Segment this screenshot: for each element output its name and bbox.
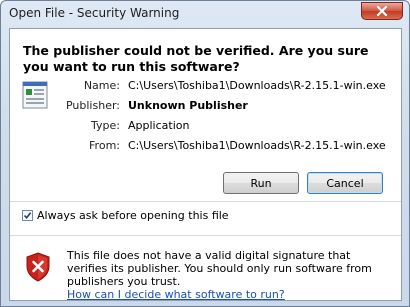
run-button[interactable]: Run [223, 172, 299, 194]
detail-label: Publisher: [65, 99, 120, 112]
security-warning-dialog: Open File - Security Warning The publish… [0, 0, 410, 307]
detail-value: C:\Users\Toshiba1\Downloads\R-2.15.1-win… [128, 139, 386, 152]
help-link[interactable]: How can I decide what software to run? [67, 288, 285, 301]
detail-value: Application [128, 119, 190, 132]
warning-heading: The publisher could not be verified. Are… [23, 43, 369, 74]
application-file-icon [22, 81, 48, 109]
close-button[interactable] [361, 2, 403, 20]
content-panel: The publisher could not be verified. Are… [9, 28, 402, 301]
divider [10, 201, 401, 202]
check-icon [23, 212, 32, 220]
warning-message: This file does not have a valid digital … [67, 249, 387, 301]
detail-label: From: [89, 139, 120, 152]
always-ask-option[interactable]: Always ask before opening this file [22, 209, 229, 222]
warning-text: This file does not have a valid digital … [67, 249, 372, 288]
title-bar[interactable]: Open File - Security Warning [1, 1, 409, 27]
cancel-button[interactable]: Cancel [307, 172, 383, 194]
always-ask-checkbox[interactable] [22, 210, 33, 221]
detail-label: Name: [83, 79, 120, 92]
detail-label: Type: [91, 119, 120, 132]
warning-section: This file does not have a valid digital … [10, 236, 401, 301]
close-icon [376, 6, 388, 16]
window-title: Open File - Security Warning [9, 6, 180, 20]
detail-value: C:\Users\Toshiba1\Downloads\R-2.15.1-win… [128, 79, 386, 92]
always-ask-label: Always ask before opening this file [37, 209, 229, 222]
security-shield-icon [26, 252, 50, 282]
detail-value: Unknown Publisher [128, 99, 248, 112]
